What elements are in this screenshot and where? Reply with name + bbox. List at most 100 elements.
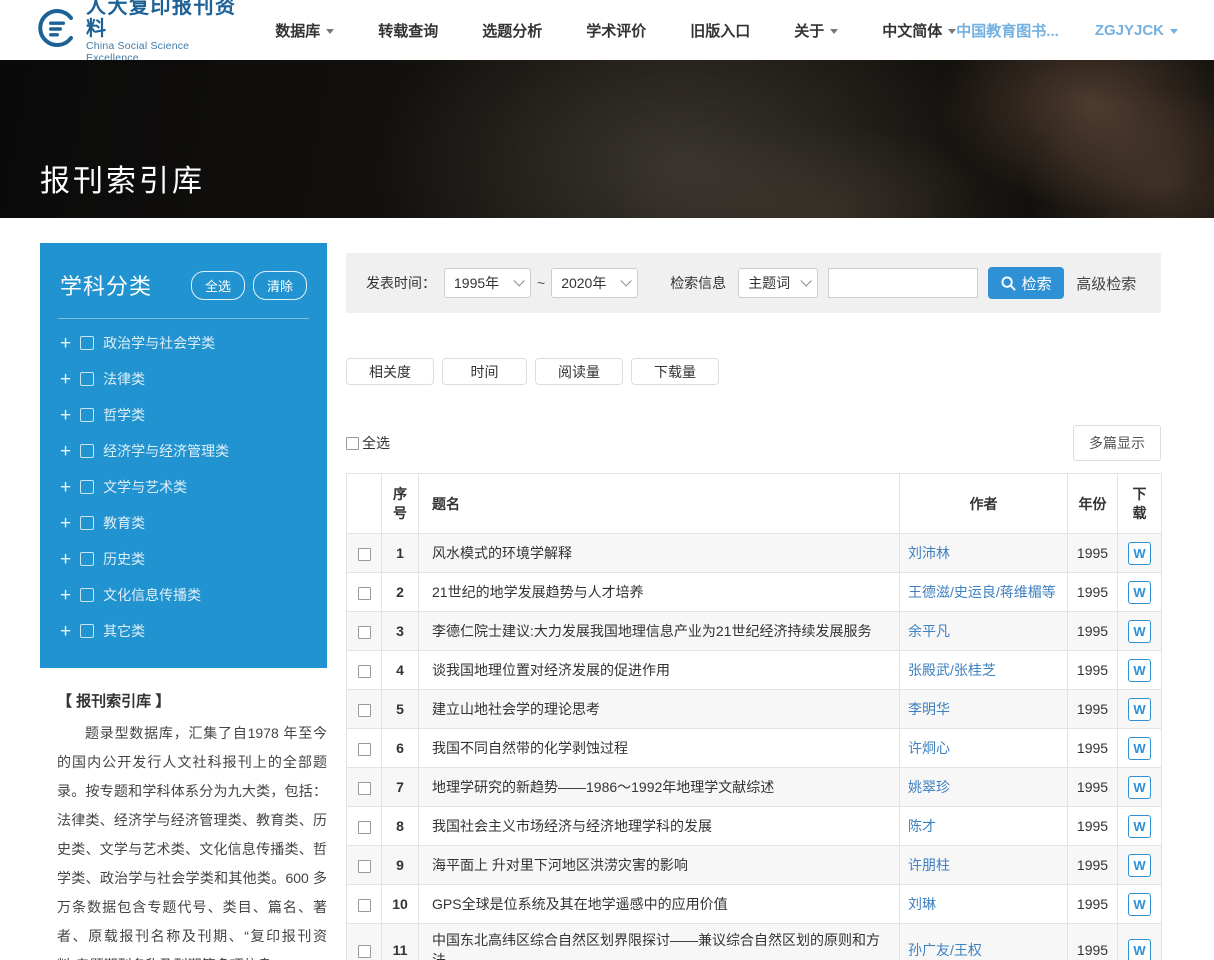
author-link[interactable]: 孙广友/王权 <box>900 924 1068 960</box>
download-w-button[interactable]: W <box>1128 581 1151 604</box>
search-input[interactable] <box>828 268 978 298</box>
author-link[interactable]: 余平凡 <box>900 612 1068 651</box>
category-select-all-button[interactable]: 全选 <box>191 271 245 300</box>
row-checkbox[interactable] <box>358 821 371 834</box>
category-item[interactable]: + 法律类 <box>60 361 307 397</box>
sort-button[interactable]: 阅读量 <box>535 358 623 385</box>
nav-item-about[interactable]: 关于 <box>794 20 838 41</box>
category-checkbox[interactable] <box>80 516 94 530</box>
download-w-button[interactable]: W <box>1128 620 1151 643</box>
nav-item-old-version[interactable]: 旧版入口 <box>690 20 750 41</box>
expand-plus-icon[interactable]: + <box>60 550 71 569</box>
download-w-button[interactable]: W <box>1128 659 1151 682</box>
category-checkbox[interactable] <box>80 372 94 386</box>
category-item[interactable]: + 文学与艺术类 <box>60 469 307 505</box>
category-item[interactable]: + 哲学类 <box>60 397 307 433</box>
category-clear-button[interactable]: 清除 <box>253 271 307 300</box>
author-link[interactable]: 陈才 <box>900 807 1068 846</box>
year-to-select[interactable]: 2020年 <box>551 268 638 298</box>
author-link[interactable]: 刘琳 <box>900 885 1068 924</box>
row-checkbox[interactable] <box>358 548 371 561</box>
article-title-link[interactable]: 谈我国地理位置对经济发展的促进作用 <box>419 651 900 690</box>
sort-button[interactable]: 相关度 <box>346 358 434 385</box>
category-item[interactable]: + 经济学与经济管理类 <box>60 433 307 469</box>
category-checkbox[interactable] <box>80 552 94 566</box>
download-w-button[interactable]: W <box>1128 776 1151 799</box>
category-item[interactable]: + 教育类 <box>60 505 307 541</box>
row-checkbox[interactable] <box>358 743 371 756</box>
article-title-link[interactable]: 中国东北高纬区综合自然区划界限探讨——兼议综合自然区划的原则和方法 <box>419 924 900 960</box>
search-info-label: 检索信息 <box>670 273 726 293</box>
nav-item-language[interactable]: 中文简体 <box>882 20 956 41</box>
article-title-link[interactable]: 21世纪的地学发展趋势与人才培养 <box>419 573 900 612</box>
article-title-link[interactable]: GPS全球是位系统及其在地学遥感中的应用价值 <box>419 885 900 924</box>
expand-plus-icon[interactable]: + <box>60 622 71 641</box>
year-from-select[interactable]: 1995年 <box>444 268 531 298</box>
article-title-link[interactable]: 建立山地社会学的理论思考 <box>419 690 900 729</box>
category-item[interactable]: + 文化信息传播类 <box>60 577 307 613</box>
download-w-button[interactable]: W <box>1128 893 1151 916</box>
expand-plus-icon[interactable]: + <box>60 406 71 425</box>
search-button[interactable]: 检索 <box>988 267 1064 299</box>
expand-plus-icon[interactable]: + <box>60 442 71 461</box>
category-item[interactable]: + 其它类 <box>60 613 307 649</box>
multi-display-button[interactable]: 多篇显示 <box>1073 425 1161 461</box>
download-w-button[interactable]: W <box>1128 542 1151 565</box>
author-link[interactable]: 刘沛林 <box>900 534 1068 573</box>
row-download-cell: W <box>1118 690 1162 729</box>
search-field-select[interactable]: 主题词 <box>738 268 818 298</box>
category-checkbox[interactable] <box>80 588 94 602</box>
category-item[interactable]: + 政治学与社会学类 <box>60 325 307 361</box>
category-checkbox[interactable] <box>80 480 94 494</box>
expand-plus-icon[interactable]: + <box>60 514 71 533</box>
row-checkbox[interactable] <box>358 899 371 912</box>
author-link[interactable]: 姚翠珍 <box>900 768 1068 807</box>
expand-plus-icon[interactable]: + <box>60 334 71 353</box>
nav-item-academic-evaluation[interactable]: 学术评价 <box>586 20 646 41</box>
download-w-button[interactable]: W <box>1128 939 1151 960</box>
author-link[interactable]: 许朋柱 <box>900 846 1068 885</box>
category-checkbox[interactable] <box>80 408 94 422</box>
row-checkbox[interactable] <box>358 704 371 717</box>
nav-item-topic-analysis[interactable]: 选题分析 <box>482 20 542 41</box>
row-checkbox[interactable] <box>358 626 371 639</box>
row-checkbox[interactable] <box>358 587 371 600</box>
sort-button[interactable]: 下载量 <box>631 358 719 385</box>
row-checkbox[interactable] <box>358 782 371 795</box>
article-title-link[interactable]: 风水模式的环境学解释 <box>419 534 900 573</box>
library-link[interactable]: 中国教育图书... <box>956 20 1059 41</box>
select-all-checkbox[interactable] <box>346 437 359 450</box>
expand-plus-icon[interactable]: + <box>60 586 71 605</box>
nav-item-reprint-query[interactable]: 转载查询 <box>378 20 438 41</box>
site-logo[interactable]: 人大复印报刊资料 China Social Science Excellence <box>36 0 243 64</box>
author-link[interactable]: 张殿武/张桂芝 <box>900 651 1068 690</box>
article-title-link[interactable]: 我国社会主义市场经济与经济地理学科的发展 <box>419 807 900 846</box>
download-w-button[interactable]: W <box>1128 737 1151 760</box>
select-all-control[interactable]: 全选 <box>346 433 390 453</box>
expand-plus-icon[interactable]: + <box>60 478 71 497</box>
article-title-link[interactable]: 我国不同自然带的化学剥蚀过程 <box>419 729 900 768</box>
author-link[interactable]: 许炯心 <box>900 729 1068 768</box>
author-link[interactable]: 李明华 <box>900 690 1068 729</box>
category-label: 其它类 <box>103 621 145 641</box>
advanced-search-link[interactable]: 高级检索 <box>1076 273 1136 294</box>
download-w-button[interactable]: W <box>1128 698 1151 721</box>
category-checkbox[interactable] <box>80 624 94 638</box>
article-title-link[interactable]: 海平面上 升对里下河地区洪涝灾害的影响 <box>419 846 900 885</box>
category-item[interactable]: + 历史类 <box>60 541 307 577</box>
row-checkbox[interactable] <box>358 860 371 873</box>
nav-item-database[interactable]: 数据库 <box>275 20 334 41</box>
expand-plus-icon[interactable]: + <box>60 370 71 389</box>
category-checkbox[interactable] <box>80 444 94 458</box>
row-checkbox[interactable] <box>358 665 371 678</box>
article-title-link[interactable]: 李德仁院士建议:大力发展我国地理信息产业为21世纪经济持续发展服务 <box>419 612 900 651</box>
download-w-button[interactable]: W <box>1128 854 1151 877</box>
account-menu[interactable]: ZGJYJCK <box>1095 22 1178 39</box>
category-checkbox[interactable] <box>80 336 94 350</box>
download-w-button[interactable]: W <box>1128 815 1151 838</box>
category-label: 法律类 <box>103 369 145 389</box>
author-link[interactable]: 王德滋/史运良/蒋维楣等 <box>900 573 1068 612</box>
sort-button[interactable]: 时间 <box>442 358 527 385</box>
row-checkbox[interactable] <box>358 945 371 958</box>
article-title-link[interactable]: 地理学研究的新趋势——1986～1992年地理学文献综述 <box>419 768 900 807</box>
